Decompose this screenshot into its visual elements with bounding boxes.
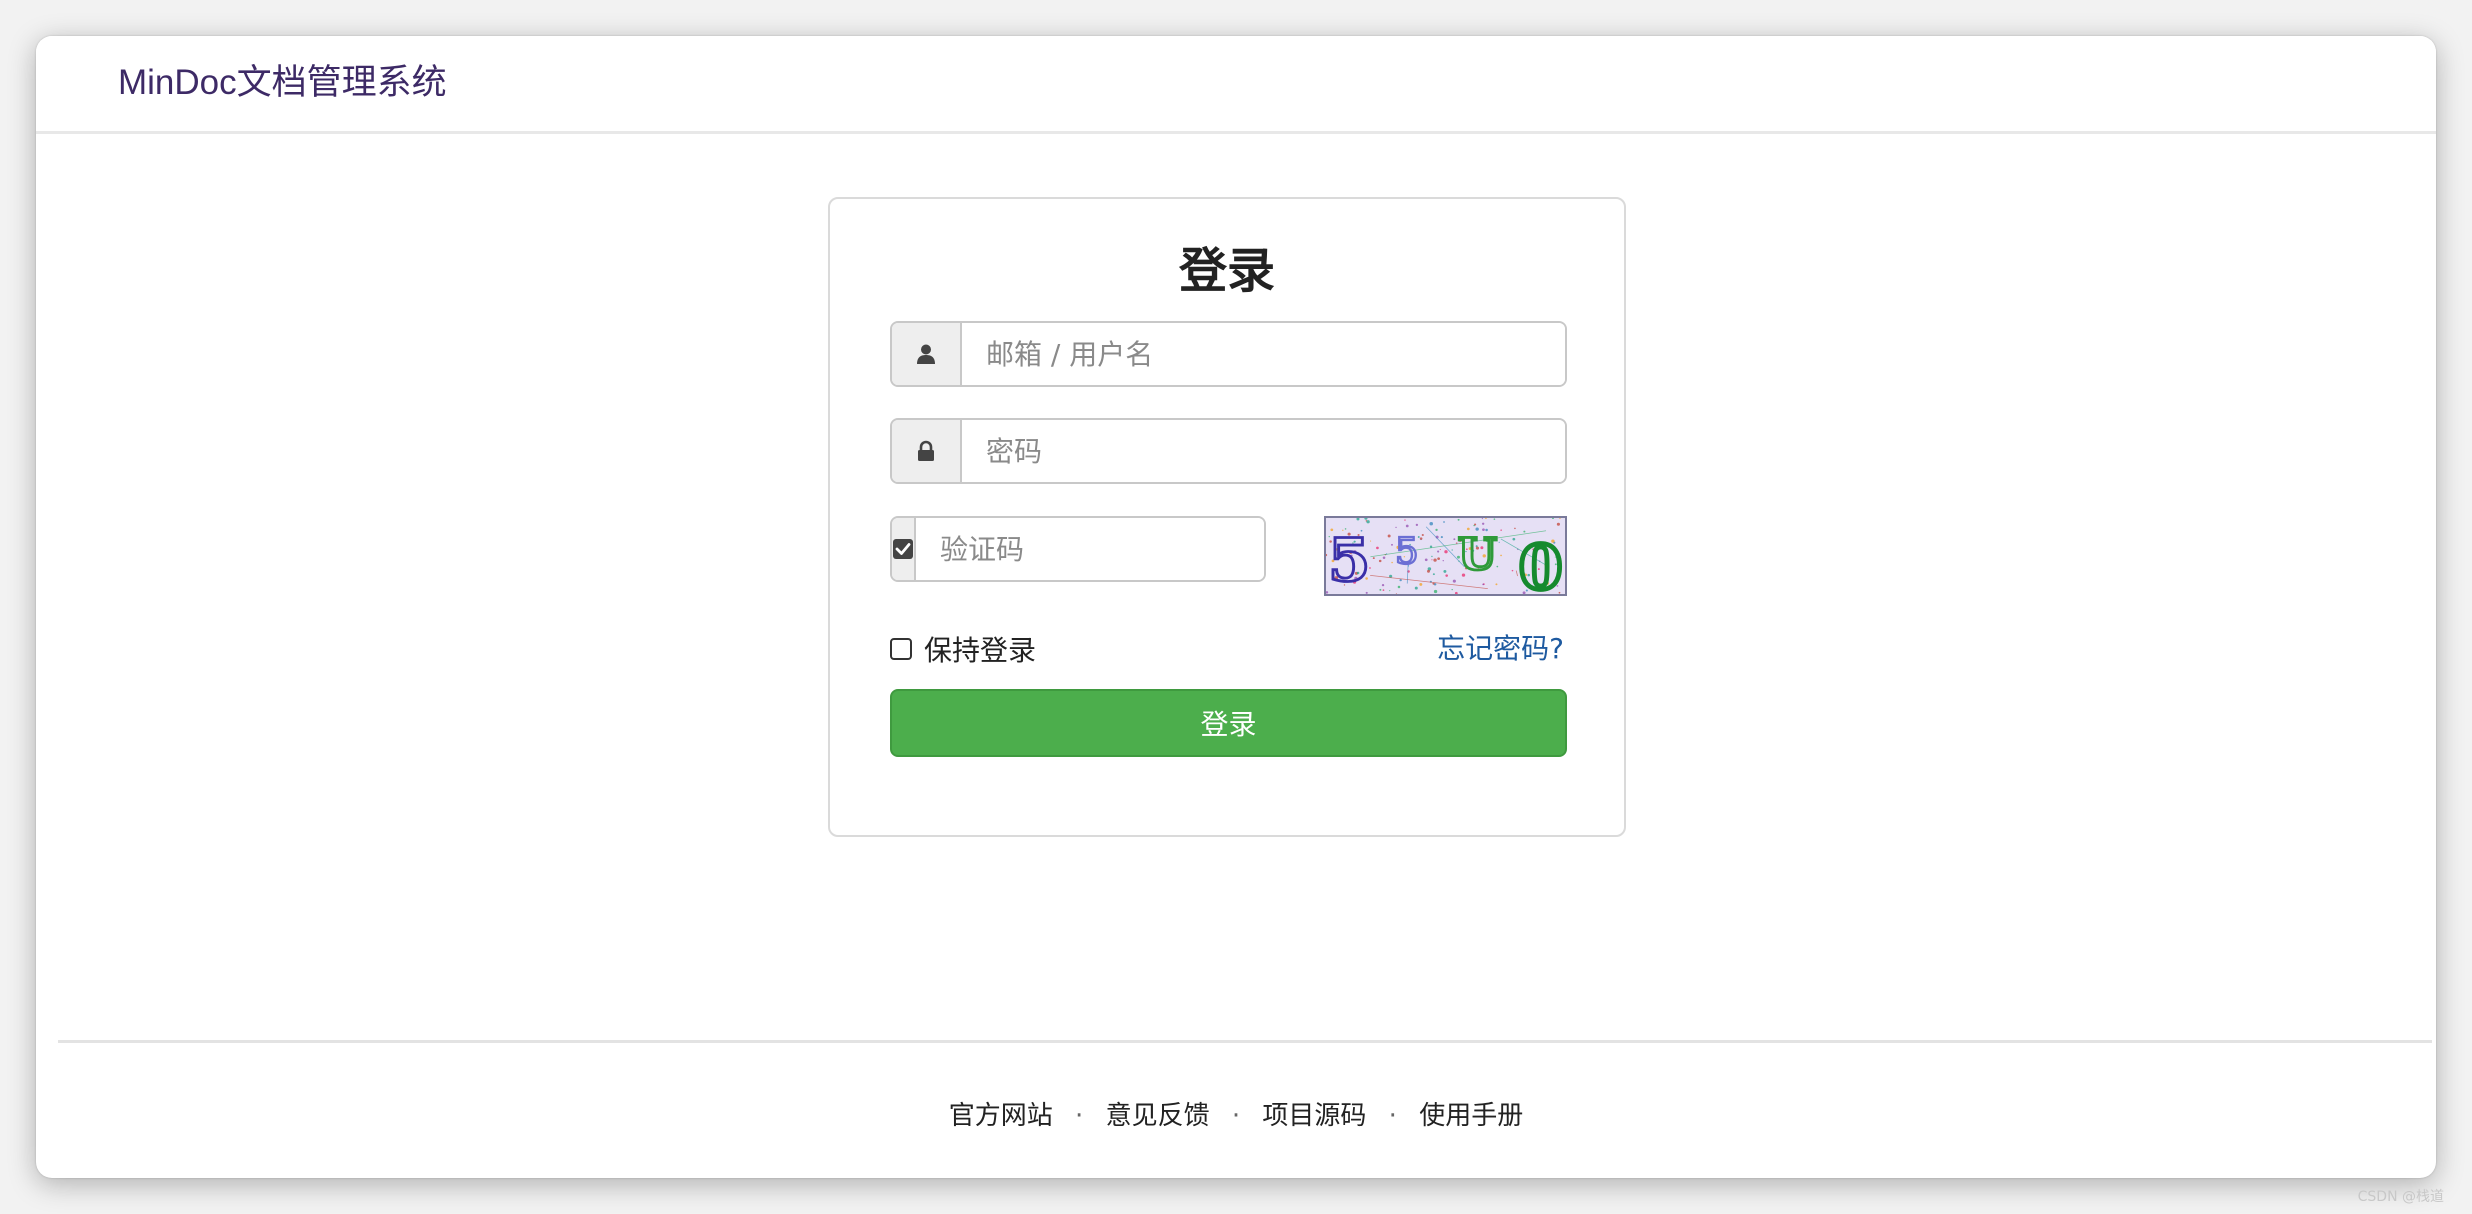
captcha-noise-dot [1432,573,1435,576]
captcha-noise-dot [1444,550,1448,554]
login-panel: 登录 5 5 U 0 [828,197,1626,837]
captcha-noise-dot [1440,536,1443,539]
captcha-noise-dot [1415,523,1419,526]
navbar: MinDoc文档管理系统 [36,36,2436,134]
lock-icon [892,420,962,482]
footer-separator: · [1075,1101,1084,1131]
captcha-noise-dot [1376,546,1379,550]
captcha-noise-dot [1443,521,1445,523]
forgot-password-link[interactable]: 忘记密码? [1437,629,1564,669]
captcha-noise-dot [1500,554,1502,557]
captcha-noise-dot [1379,588,1382,591]
captcha-noise-dot [1500,529,1502,531]
remember-me[interactable]: 保持登录 [890,629,1036,669]
captcha-char-4: 0 [1519,531,1563,594]
captcha-noise-dot [1511,569,1514,572]
captcha-noise-dot [1433,589,1438,594]
footer-link-manual[interactable]: 使用手册 [1419,1101,1523,1131]
captcha-input-group [890,516,1266,582]
captcha-noise-dot [1451,588,1453,591]
footer-link-source-code[interactable]: 项目源码 [1262,1101,1366,1131]
captcha-noise-dot [1421,533,1424,537]
login-button[interactable]: 登录 [890,689,1567,757]
captcha-noise-dot [1378,559,1382,563]
captcha-image[interactable]: 5 5 U 0 [1324,516,1567,596]
check-square-icon [892,518,916,580]
captcha-char-1: 5 [1328,527,1370,594]
password-input-group [890,418,1567,484]
password-field[interactable] [962,420,1565,482]
username-field[interactable] [962,323,1565,385]
captcha-noise-dot [1365,520,1368,522]
captcha-noise-dot [1556,522,1560,526]
captcha-field[interactable] [916,518,1264,580]
captcha-noise-dot [1452,579,1456,583]
footer-link-feedback[interactable]: 意见反馈 [1106,1101,1210,1131]
watermark: CSDN @栈道 [2357,1189,2444,1205]
captcha-noise-dot [1453,538,1456,541]
captcha-noise-dot [1457,518,1460,521]
captcha-noise-dot [1414,586,1418,590]
captcha-char-3: U [1458,529,1497,580]
brand-logo-link[interactable]: MinDoc文档管理系统 [118,62,447,104]
captcha-noise-dot [1391,561,1393,564]
captcha-noise-dot [1429,521,1434,526]
footer-link-official-site[interactable]: 官方网站 [949,1101,1053,1131]
captcha-noise-dot [1498,541,1500,543]
captcha-noise-dot [1442,559,1444,562]
captcha-noise-dot [1391,543,1393,546]
captcha-noise-dot [1514,527,1516,530]
captcha-noise-dot [1482,583,1485,586]
footer-separator: · [1388,1101,1397,1131]
captcha-noise-dot [1437,557,1440,560]
captcha-noise-dot [1431,555,1433,558]
captcha-noise-dot [1404,519,1406,521]
captcha-noise-dot [1419,537,1423,540]
username-input-group [890,321,1567,387]
captcha-noise-dot [1397,585,1401,589]
captcha-noise-dot [1437,550,1440,553]
captcha-noise-dot [1405,524,1409,528]
captcha-noise-dot [1431,559,1433,561]
captcha-noise-dot [1451,549,1453,551]
captcha-noise-dot [1387,534,1391,538]
captcha-svg: 5 5 U 0 [1326,518,1565,594]
captcha-noise-dot [1495,583,1498,586]
captcha-noise-dot [1427,569,1430,573]
captcha-noise-dot [1419,582,1423,586]
user-icon [892,323,962,385]
footer-links: 官方网站 · 意见反馈 · 项目源码 · 使用手册 [36,1098,2436,1134]
captcha-noise-dot [1382,556,1386,559]
captcha-noise-dot [1395,526,1397,529]
captcha-noise-dot [1473,524,1475,527]
footer-separator: · [1231,1101,1241,1131]
captcha-noise-dot [1433,558,1437,562]
captcha-noise-dot [1389,590,1391,592]
remember-checkbox[interactable] [890,638,912,660]
captcha-noise-dot [1399,578,1402,582]
remember-label: 保持登录 [924,634,1037,667]
browser-window: MinDoc文档管理系统 登录 5 5 [36,36,2436,1178]
captcha-noise-dot [1481,518,1483,520]
captcha-noise-dot [1382,589,1385,591]
captcha-char-2: 5 [1395,530,1419,572]
captcha-noise-dot [1372,557,1375,560]
captcha-noise-dot [1435,528,1438,532]
captcha-noise-dot [1443,569,1447,573]
footer-divider [58,1040,2432,1043]
captcha-noise-dot [1381,584,1385,587]
login-title: 登录 [1178,243,1275,299]
captcha-noise-dot [1493,518,1496,520]
captcha-noise-dot [1445,574,1448,577]
captcha-noise-dot [1424,558,1428,562]
captcha-noise-dot [1481,522,1485,525]
captcha-noise-dot [1439,548,1441,551]
captcha-noise-dot [1512,537,1516,541]
